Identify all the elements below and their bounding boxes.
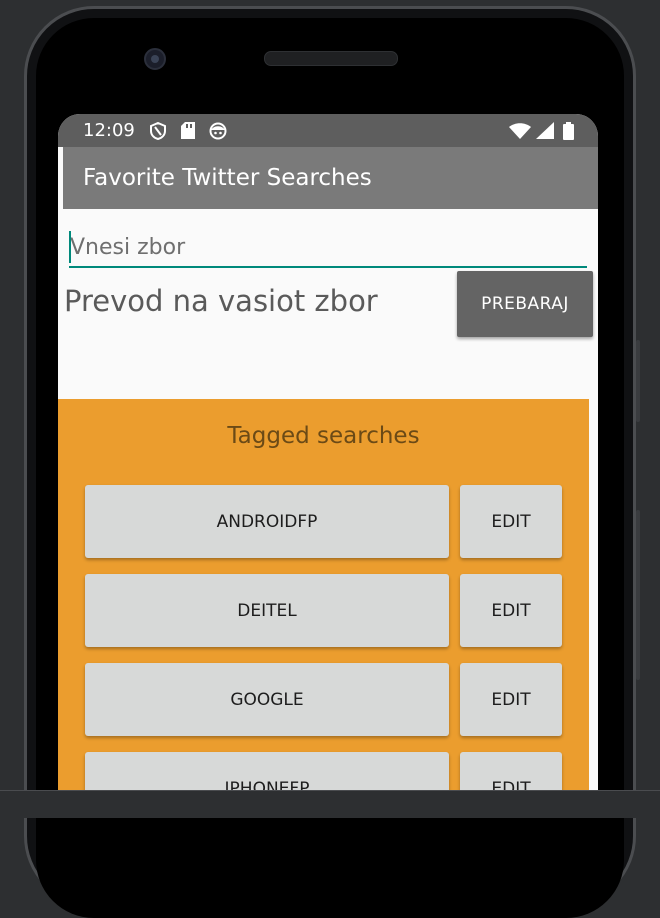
- query-input[interactable]: [69, 228, 587, 268]
- shield-icon: [149, 121, 167, 140]
- tagged-searches-panel: Tagged searches ANDROIDFP EDIT DEITEL ED…: [58, 399, 589, 817]
- front-camera-icon: [144, 48, 166, 70]
- app-title: Favorite Twitter Searches: [83, 165, 372, 191]
- text-cursor: [69, 231, 71, 263]
- search-button[interactable]: PREBARAJ: [457, 271, 593, 337]
- volume-button[interactable]: [636, 510, 640, 680]
- device-screen: 12:09 Favorite Twitter Searches Prevod n…: [58, 114, 598, 817]
- earpiece-speaker: [264, 51, 398, 66]
- edit-button[interactable]: EDIT: [460, 663, 562, 736]
- status-bar: 12:09: [58, 114, 598, 147]
- face-icon: [209, 122, 227, 140]
- app-bar: Favorite Twitter Searches: [58, 147, 598, 209]
- emulator-bottom-bar: [0, 790, 660, 818]
- tagged-searches-title: Tagged searches: [227, 423, 420, 449]
- status-time: 12:09: [83, 120, 135, 141]
- edit-button[interactable]: EDIT: [460, 485, 562, 558]
- list-item: DEITEL EDIT: [85, 574, 562, 647]
- tag-button-androidfp[interactable]: ANDROIDFP: [85, 485, 449, 558]
- list-item: GOOGLE EDIT: [85, 663, 562, 736]
- battery-icon: [563, 121, 574, 140]
- tag-input-label[interactable]: Prevod na vasiot zbor: [64, 284, 378, 318]
- edit-button[interactable]: EDIT: [460, 574, 562, 647]
- sd-card-icon: [179, 122, 197, 140]
- power-button[interactable]: [636, 340, 640, 422]
- list-item: ANDROIDFP EDIT: [85, 485, 562, 558]
- wifi-icon: [509, 122, 531, 139]
- tag-button-deitel[interactable]: DEITEL: [85, 574, 449, 647]
- tag-button-google[interactable]: GOOGLE: [85, 663, 449, 736]
- signal-icon: [536, 122, 554, 139]
